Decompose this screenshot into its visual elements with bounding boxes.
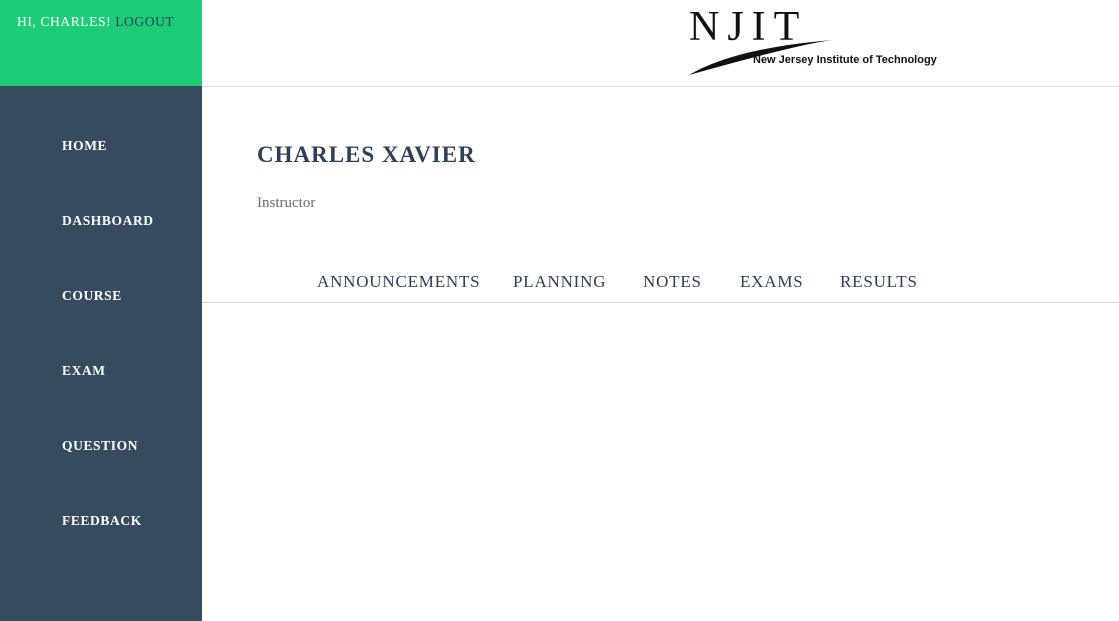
course-tabs: ANNOUNCEMENTS PLANNING NOTES EXAMS RESUL… (202, 262, 1119, 303)
sidebar-item-exam[interactable]: EXAM (62, 363, 106, 379)
sidebar-item-dashboard[interactable]: DASHBOARD (62, 213, 154, 229)
profile-name: CHARLES XAVIER (257, 142, 476, 167)
top-bar: NJIT New Jersey Institute of Technology (202, 0, 1119, 87)
user-greeting: HI, CHARLES! LOGOUT (0, 0, 202, 86)
greeting-text: HI, CHARLES! (17, 14, 112, 29)
logo-tagline: New Jersey Institute of Technology (753, 54, 937, 66)
logo-wordmark: NJIT (689, 4, 807, 50)
tab-results[interactable]: RESULTS (840, 272, 918, 292)
tab-planning[interactable]: PLANNING (513, 272, 606, 292)
tab-announcements[interactable]: ANNOUNCEMENTS (317, 272, 480, 292)
sidebar-item-question[interactable]: QUESTION (62, 438, 138, 454)
sidebar-item-course[interactable]: COURSE (62, 288, 122, 304)
sidebar-item-home[interactable]: HOME (62, 138, 107, 154)
content-area (202, 303, 1119, 621)
sidebar: HI, CHARLES! LOGOUT HOME DASHBOARD COURS… (0, 0, 202, 621)
sidebar-item-feedback[interactable]: FEEDBACK (62, 513, 142, 529)
njit-logo: NJIT New Jersey Institute of Technology (689, 4, 937, 75)
tab-notes[interactable]: NOTES (643, 272, 702, 292)
profile-role: Instructor (257, 195, 316, 211)
tab-exams[interactable]: EXAMS (740, 272, 804, 292)
logout-link[interactable]: LOGOUT (115, 14, 174, 29)
